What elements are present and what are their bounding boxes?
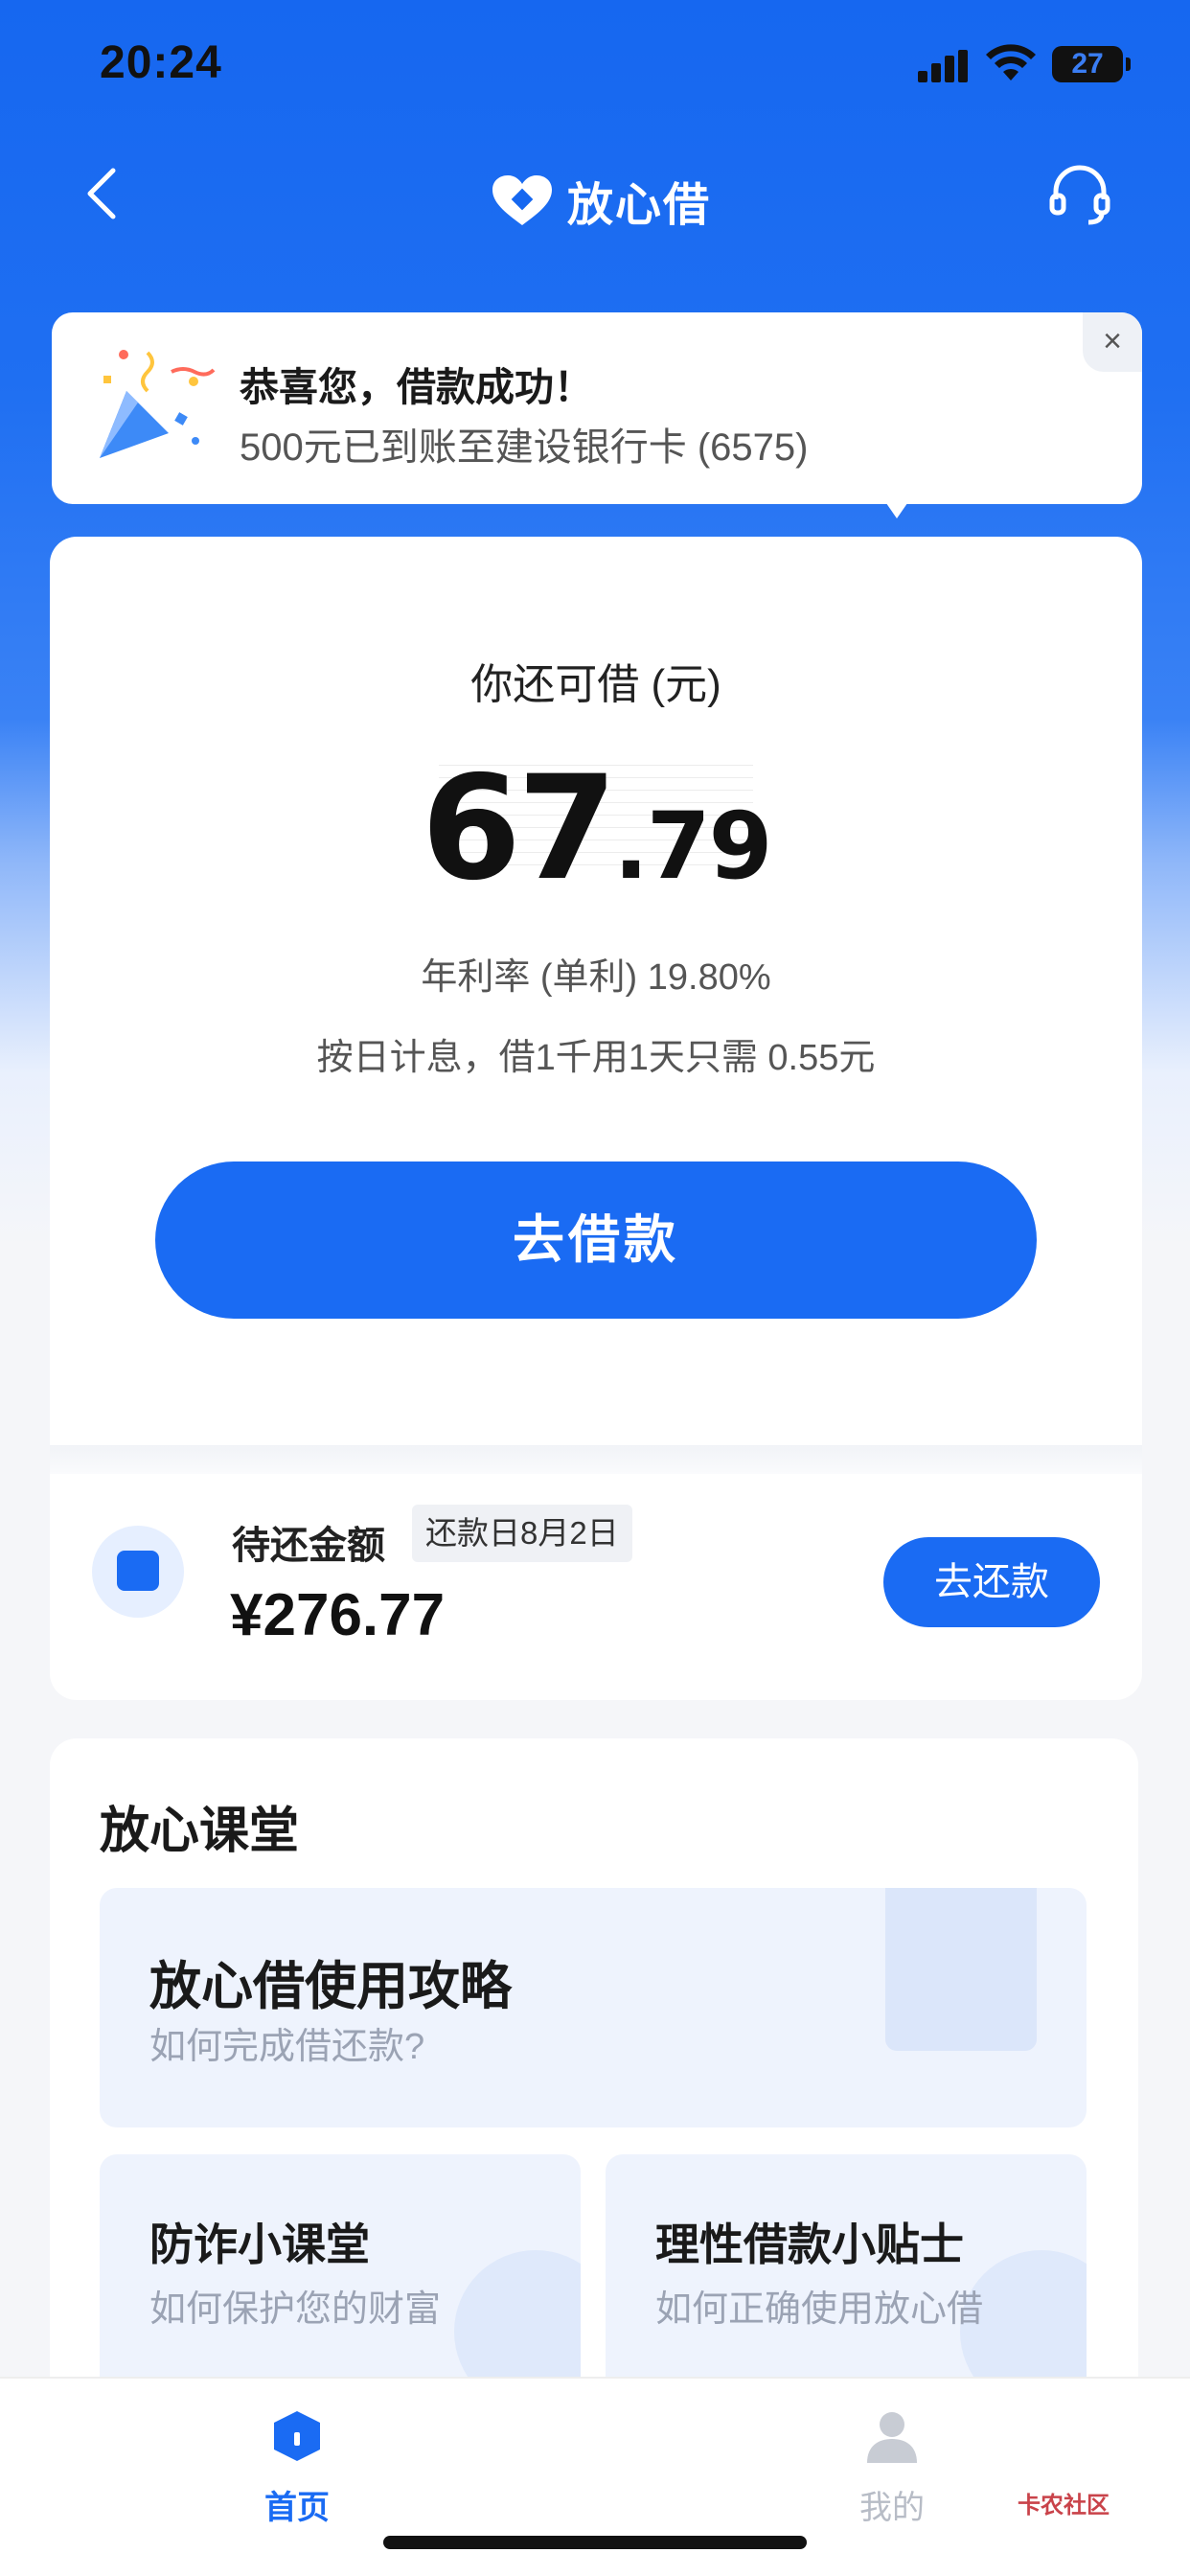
close-icon[interactable]: × (1083, 312, 1142, 372)
guide-card[interactable]: 放心借使用攻略 如何完成借还款? (100, 1888, 1087, 2128)
loan-card: 你还可借 (元) 67.79 年利率 (单利) 19.80% 按日计息，借1千用… (50, 537, 1142, 1700)
status-bar: 20:24 27 (0, 0, 1190, 134)
amount-decimal: .79 (613, 793, 772, 900)
annual-rate: 年利率 (单利) 19.80% (421, 957, 771, 998)
fraud-subtitle: 如何保护您的财富 (149, 2289, 442, 2330)
available-amount: 67.79 (50, 746, 1142, 912)
tab-mine[interactable]: 我的 (815, 2407, 969, 2528)
section-divider (50, 1445, 1142, 1474)
tab-mine-label: 我的 (859, 2490, 925, 2526)
guide-subtitle: 如何完成借还款? (149, 2027, 425, 2067)
cellular-signal-icon (918, 50, 968, 82)
party-popper-icon (100, 350, 216, 458)
classroom-section: 放心课堂 放心借使用攻略 如何完成借还款? 防诈小课堂 如何保护您的财富 理性借… (50, 1738, 1138, 2467)
classroom-title: 放心课堂 (100, 1804, 300, 1859)
daily-interest-note: 按日计息，借1千用1天只需 0.55元 (316, 1038, 876, 1078)
bookmark-icon (885, 1888, 1037, 2051)
customer-service-headset-icon[interactable] (1046, 161, 1113, 228)
tab-home[interactable]: 首页 (220, 2407, 374, 2528)
brand: 放心借 (491, 167, 711, 234)
amount-integer: 67 (421, 746, 618, 912)
toast-subtitle: 500元已到账至建设银行卡 (6575) (240, 426, 809, 469)
success-toast: 恭喜您，借款成功！ 500元已到账至建设银行卡 (6575) × (52, 312, 1142, 504)
tips-title: 理性借款小贴士 (655, 2220, 964, 2269)
status-time: 20:24 (100, 37, 222, 88)
battery-cap (1126, 58, 1131, 71)
repay-due-date-badge: 还款日8月2日 (412, 1505, 632, 1562)
toast-pointer (880, 494, 914, 518)
home-indicator (383, 2536, 807, 2549)
tips-subtitle: 如何正确使用放心借 (655, 2289, 984, 2330)
borrow-button[interactable]: 去借款 (155, 1162, 1037, 1319)
user-icon (867, 2412, 917, 2463)
heart-logo-icon (492, 175, 552, 225)
toast-title: 恭喜您，借款成功！ (240, 365, 593, 409)
back-arrow-icon[interactable] (82, 165, 121, 222)
borrowing-tips-card[interactable]: 理性借款小贴士 如何正确使用放心借 (606, 2154, 1087, 2404)
available-label: 你还可借 (元) (470, 661, 721, 708)
repay-button[interactable]: 去还款 (883, 1537, 1100, 1627)
battery-icon: 27 (1052, 46, 1123, 82)
calendar-icon (92, 1526, 184, 1618)
watermark: 卡农社区 (1018, 2493, 1110, 2518)
guide-title: 放心借使用攻略 (149, 1958, 512, 2015)
repay-label: 待还金额 (232, 1525, 385, 1567)
tab-home-label: 首页 (264, 2490, 330, 2526)
home-icon (274, 2411, 320, 2461)
wifi-icon (986, 44, 1036, 80)
nav-bar: 放心借 (0, 144, 1190, 249)
fraud-prevention-card[interactable]: 防诈小课堂 如何保护您的财富 (100, 2154, 581, 2404)
brand-name: 放心借 (567, 180, 712, 231)
fraud-title: 防诈小课堂 (149, 2220, 370, 2269)
repay-amount: ¥276.77 (230, 1582, 446, 1648)
